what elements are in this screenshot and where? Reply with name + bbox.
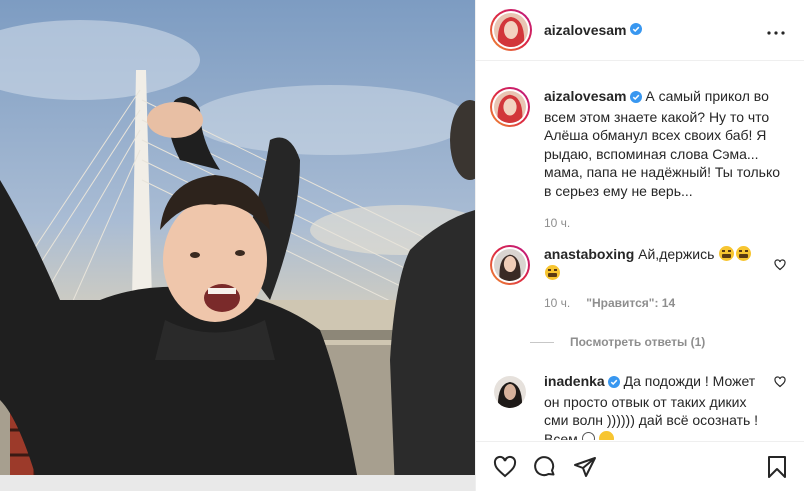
winking-emoji-icon [598,430,614,440]
caption-text: А самый прикол во всем этом знаете какой… [544,88,781,199]
smiling-face-icon [581,431,595,440]
post-header: aizalovesam [476,0,804,61]
instagram-post-view: aizalovesam aizalovesam А самый прикол в… [0,0,804,491]
heart-icon[interactable] [492,454,518,480]
comment-username[interactable]: inadenka [544,373,605,389]
caption-time[interactable]: 10 ч. [544,214,570,233]
comment-time[interactable]: 10 ч. [544,294,570,313]
grimacing-emoji-icon [719,246,735,261]
paper-plane-icon[interactable] [572,454,598,480]
comment-item: inadenka Да подожди ! Может он просто от… [490,372,788,440]
view-replies-label: Посмотреть ответы (1) [570,335,706,349]
author-username[interactable]: aizalovesam [544,22,627,38]
verified-badge-icon [629,89,642,108]
caption-avatar[interactable] [490,87,530,127]
post-side-panel: aizalovesam aizalovesam А самый прикол в… [475,0,804,491]
comment-username[interactable]: anastaboxing [544,246,634,262]
like-comment-heart-icon[interactable] [774,258,788,272]
author-avatar[interactable] [490,9,532,51]
comment-item: anastaboxing Ай,держись 10 ч. "Нравится"… [490,245,788,313]
like-comment-heart-icon[interactable] [774,375,788,389]
more-options-button[interactable] [764,18,788,42]
comment-avatar-image [494,249,526,281]
caption-username[interactable]: aizalovesam [544,88,627,104]
comment-likes[interactable]: "Нравится": 14 [586,294,675,313]
caption-comment: aizalovesam А самый прикол во всем этом … [490,87,788,233]
photo-image [0,0,475,491]
comment-text: Ай,держись [638,246,715,262]
more-horizontal-icon [767,22,785,38]
grimacing-emoji-icon [545,264,560,280]
caption-avatar-image [494,91,526,123]
author-avatar-image [494,13,528,47]
verified-badge-icon [607,374,620,393]
verified-badge-icon [629,22,642,38]
grimacing-emoji-icon [736,246,752,261]
comment-bubble-icon[interactable] [532,454,558,480]
bookmark-icon[interactable] [764,454,790,480]
comment-avatar[interactable] [490,245,530,285]
post-actions-bar [476,441,804,491]
replies-divider-line [530,341,554,343]
view-replies-button[interactable]: Посмотреть ответы (1) [530,335,705,349]
post-photo[interactable] [0,0,475,491]
comment-avatar[interactable] [494,376,526,408]
comments-list[interactable]: aizalovesam А самый прикол во всем этом … [476,62,804,440]
comment-avatar-image [494,376,526,408]
